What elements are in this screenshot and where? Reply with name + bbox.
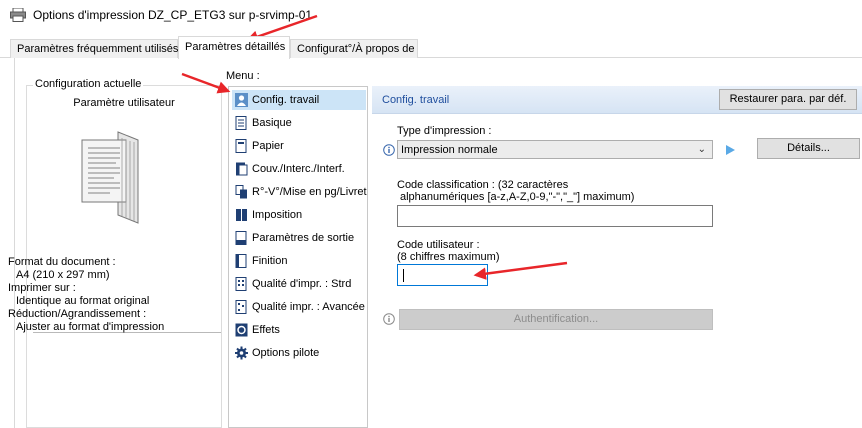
document-info: Format du document : A4 (210 x 297 mm) I… [8,256,164,334]
title-bar: Options d'impression DZ_CP_ETG3 sur p-sr… [0,0,862,30]
duplex-icon [235,185,247,199]
restore-defaults-button[interactable]: Restaurer para. par déf. [719,89,857,110]
output-icon [235,231,247,245]
menu-item-label: Qualité impr. : Avancée [252,301,365,313]
current-config-legend: Configuration actuelle [33,78,144,90]
menu-item-quality-standard[interactable]: Qualité d'impr. : Strd [232,274,366,294]
gear-icon [235,346,248,360]
menu-item-label: Qualité d'impr. : Strd [252,278,352,290]
info-icon[interactable] [383,313,395,325]
menu-item-label: Paramètres de sortie [252,232,355,244]
quality-advanced-icon [235,300,247,314]
document-icon [235,116,247,130]
format-value: A4 (210 x 297 mm) [16,269,110,281]
format-label: Format du document : [8,256,116,268]
authentication-button[interactable]: Authentification... [399,309,713,330]
menu-item-job-config[interactable]: Config. travail [232,90,366,110]
details-button[interactable]: Détails... [757,138,860,159]
menu-item-label: Config. travail [252,94,320,106]
tab-configuration-about[interactable]: Configurat°/À propos de [290,39,418,58]
panel-header-title: Config. travail [382,94,450,106]
tab-strip: Paramètres fréquemment utilisés Paramètr… [0,36,862,59]
info-icon[interactable] [383,144,395,156]
user-code-input[interactable] [397,264,488,286]
chevron-down-icon: ⌄ [697,144,706,155]
classification-code-input[interactable] [397,205,713,227]
user-code-label: Code utilisateur : (8 chiffres maximum) [397,239,499,263]
print-type-select[interactable]: Impression normale ⌄ [397,140,713,159]
finishing-icon [235,254,247,268]
imposition-icon [236,209,247,221]
menu-item-label: Papier [252,140,284,152]
scale-label: Réduction/Agrandissement : [8,308,147,320]
menu-item-label: Couv./Interc./Interf. [252,163,345,175]
menu-item-label: Options pilote [252,347,320,359]
text-caret [403,269,404,282]
quality-icon [235,277,247,291]
menu-label: Menu : [226,70,260,82]
printer-icon [10,8,26,22]
classification-label: Code classification : (32 caractères alp… [397,179,634,203]
user-icon [235,93,248,107]
menu-item-quality-advanced[interactable]: Qualité impr. : Avancée [232,297,366,317]
user-code-label-line2: (8 chiffres maximum) [397,251,500,263]
play-icon[interactable] [724,144,736,156]
panel-header: Config. travail Restaurer para. par déf. [372,86,862,114]
menu-item-label: Effets [252,324,280,336]
menu-item-effects[interactable]: Effets [232,320,366,340]
paper-icon [235,139,247,153]
menu-item-label: Finition [252,255,288,267]
window-title: Options d'impression DZ_CP_ETG3 sur p-sr… [33,8,313,22]
tab-label: Paramètres détaillés [185,41,286,53]
cover-icon [236,162,248,176]
menu-item-label: Basique [252,117,292,129]
document-preview-icon [81,131,139,224]
scale-value: Ajuster au format d'impression [16,321,165,333]
current-config-subtitle: Paramètre utilisateur [73,97,175,109]
print-type-value: Impression normale [401,144,498,156]
menu-item-label: R°-V°/Mise en pg/Livret [252,186,367,198]
menu-item-imposition[interactable]: Imposition [232,205,366,225]
tab-label: Configurat°/À propos de [297,43,415,55]
classification-label-line2: alphanumériques [a-z,A-Z,0-9,"-","_"] ma… [400,191,635,203]
classification-label-line1: Code classification : (32 caractères [397,179,569,191]
user-code-label-line1: Code utilisateur : [397,239,480,251]
tab-label: Paramètres fréquemment utilisés [17,43,179,55]
tab-frequent-settings[interactable]: Paramètres fréquemment utilisés [10,39,178,58]
print-on-value: Identique au format original [16,295,150,307]
job-config-panel: Config. travail Restaurer para. par déf.… [372,86,862,428]
settings-menu: Config. travail Basique Papier Couv./Int… [228,86,368,428]
menu-item-label: Imposition [252,209,303,221]
effects-icon [235,323,248,337]
tab-detailed-settings[interactable]: Paramètres détaillés [178,36,290,59]
print-on-label: Imprimer sur : [8,282,76,294]
menu-item-cover[interactable]: Couv./Interc./Interf. [232,159,366,179]
menu-item-output[interactable]: Paramètres de sortie [232,228,366,248]
menu-item-driver-options[interactable]: Options pilote [232,343,366,363]
menu-item-paper[interactable]: Papier [232,136,366,156]
menu-item-basic[interactable]: Basique [232,113,366,133]
menu-item-finishing[interactable]: Finition [232,251,366,271]
menu-item-duplex[interactable]: R°-V°/Mise en pg/Livret [232,182,367,202]
print-type-label: Type d'impression : [397,125,492,137]
